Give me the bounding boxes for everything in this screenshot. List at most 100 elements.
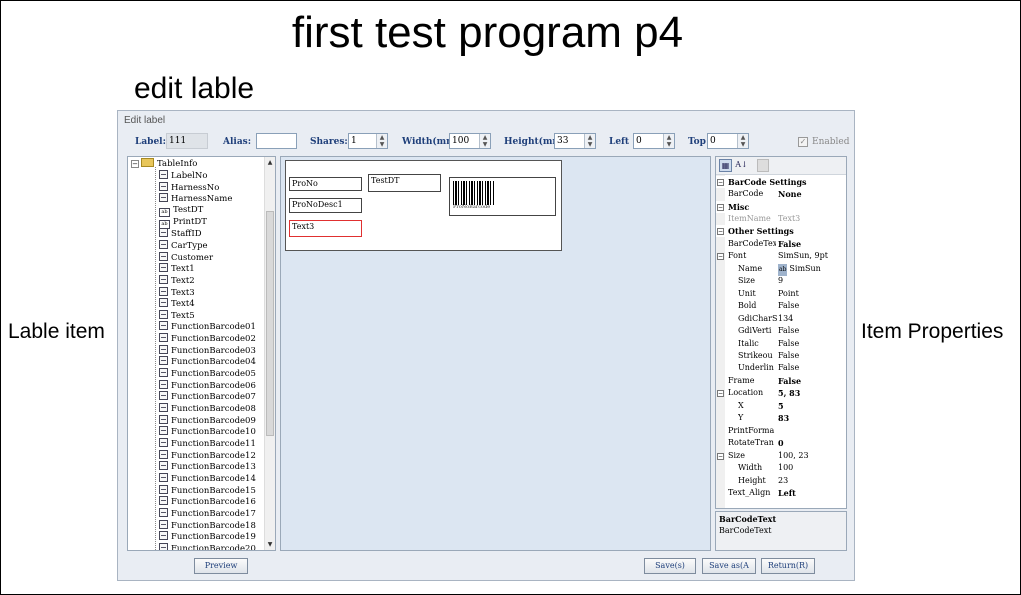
tree-item[interactable]: StaffID [159,228,202,240]
tree-scrollbar[interactable]: ▲ ▼ [264,157,275,550]
prop-location-x[interactable]: X5 [716,400,846,412]
prop-text-align[interactable]: Text_Align Left [716,487,846,499]
prop-font-italic[interactable]: Italic False [716,338,846,350]
tree-item[interactable]: FunctionBarcode17 [159,507,256,520]
preview-button[interactable]: Preview [194,558,248,574]
save-button[interactable]: Save(s) [644,558,696,574]
tree-root[interactable]: − TableInfo [131,158,197,170]
tree-item[interactable]: Text5 [159,309,195,322]
tree-item[interactable]: ab PrintDT [159,217,207,229]
property-pages-icon[interactable] [757,159,769,172]
prop-font-size[interactable]: Size 9 [716,275,846,287]
tree-item[interactable]: FunctionBarcode02 [159,333,256,345]
collapse-icon[interactable]: − [717,228,724,235]
tree-item-label: FunctionBarcode06 [171,380,256,391]
prop-font-gdicharset[interactable]: GdiCharS 134 [716,313,846,325]
prop-value: 0 [778,438,784,448]
spin-arrows-icon[interactable]: ▲ ▼ [737,134,748,148]
tree-item[interactable]: FunctionBarcode19 [159,531,256,543]
label-item-pronodesc[interactable]: ProNoDesc1 [289,198,362,213]
label-item-barcode[interactable]: ProNoBarcode [449,177,556,216]
tree-item[interactable]: FunctionBarcode18 [159,519,256,532]
tree-item[interactable]: FunctionBarcode09 [159,414,256,427]
prop-barcode[interactable]: BarCode None [716,188,846,200]
prop-size-width[interactable]: Width 100 [716,462,846,474]
field-icon [159,449,168,459]
prop-printformat[interactable]: PrintForma [716,425,846,437]
shares-stepper[interactable]: 1 ▲ ▼ [348,133,388,149]
prop-font-name[interactable]: Name ab SimSun [716,263,846,277]
tree-item[interactable]: FunctionBarcode11 [159,437,256,450]
spin-arrows-icon[interactable]: ▲ ▼ [584,134,595,148]
tree-item[interactable]: FunctionBarcode16 [159,496,256,508]
tree-item[interactable]: Text1 [159,263,195,275]
left-stepper[interactable]: 0 ▲ ▼ [633,133,675,149]
tree-item-label: FunctionBarcode17 [171,508,256,519]
spin-arrows-icon[interactable]: ▲ ▼ [663,134,674,148]
prop-font-bold[interactable]: Bold False [716,300,846,312]
tree-item[interactable]: Text3 [159,286,195,299]
tree-item[interactable]: FunctionBarcode04 [159,356,256,368]
prop-frame[interactable]: Frame False [716,375,846,387]
save-as-button[interactable]: Save as(A [702,558,756,574]
prop-size-height[interactable]: Height 23 [716,475,846,487]
design-canvas[interactable]: ProNo TestDT ProNoDesc1 Text3 ProNoBarco… [280,156,711,551]
sort-alpha-icon[interactable]: A↓ [734,159,749,172]
label-item-text3[interactable]: Text3 [289,220,362,237]
prop-size[interactable]: Size 100, 23 [716,450,846,462]
prop-font-gdivertical[interactable]: GdiVerti False [716,325,846,337]
spin-arrows-icon[interactable]: ▲ ▼ [376,134,387,148]
field-icon [159,542,168,550]
height-stepper[interactable]: 33 ▲ ▼ [554,133,596,149]
collapse-icon[interactable]: − [717,179,724,186]
prop-location-y[interactable]: Y 83 [716,412,846,424]
scroll-up-icon[interactable]: ▲ [265,158,275,168]
prop-location[interactable]: Location 5, 83 [716,387,846,399]
tree-item[interactable]: FunctionBarcode15 [159,484,256,497]
scroll-thumb[interactable] [266,211,274,436]
prop-font-strikeout[interactable]: Strikeou False [716,350,846,362]
tree-item[interactable]: HarnessNo [159,181,219,194]
label-item-prono[interactable]: ProNo [289,177,362,191]
tree-item[interactable]: FunctionBarcode05 [159,368,256,380]
alias-field[interactable] [256,133,297,149]
prop-font[interactable]: Font SimSun, 9pt [716,250,846,262]
tree-item[interactable]: Text2 [159,274,195,287]
prop-font-unit[interactable]: Unit Point [716,288,846,300]
prop-barcodetext[interactable]: BarCodeTex False [716,238,846,250]
tree-item[interactable]: FunctionBarcode01 [159,321,256,333]
tree-item-label: FunctionBarcode10 [171,427,256,438]
label-preview[interactable]: ProNo TestDT ProNoDesc1 Text3 ProNoBarco… [285,160,562,251]
tree-item[interactable]: FunctionBarcode20 [159,542,256,550]
tree-item[interactable]: FunctionBarcode13 [159,461,256,473]
tree-item[interactable]: Text4 [159,298,195,310]
category-other-settings[interactable]: Other Settings [716,225,846,238]
spin-arrows-icon[interactable]: ▲ ▼ [479,134,490,148]
label-item-testdt[interactable]: TestDT [368,174,441,192]
prop-rotatetransform[interactable]: RotateTran 0 [716,437,846,449]
tree-item[interactable]: FunctionBarcode07 [159,391,256,403]
return-button[interactable]: Return(R) [761,558,815,574]
scroll-down-icon[interactable]: ▼ [265,540,275,550]
tree-item[interactable]: FunctionBarcode08 [159,403,256,415]
top-stepper[interactable]: 0 ▲ ▼ [707,133,749,149]
collapse-icon[interactable]: − [131,160,139,168]
categorized-icon[interactable]: ▦ [719,159,732,172]
tree-item[interactable]: HarnessName [159,193,232,205]
enabled-checkbox[interactable]: ✓ [798,137,808,147]
tree-item[interactable]: ab TestDT [159,205,203,217]
tree-item[interactable]: LabelNo [159,170,207,182]
category-barcode-settings[interactable]: BarCode Settings [716,176,846,189]
category-misc[interactable]: Misc [716,201,846,214]
collapse-icon[interactable]: − [717,204,724,211]
width-stepper[interactable]: 100 ▲ ▼ [449,133,491,149]
tree-item[interactable]: Customer [159,251,213,264]
tree-item[interactable]: FunctionBarcode12 [159,449,256,462]
tree-item[interactable]: FunctionBarcode10 [159,426,256,438]
tree-item[interactable]: CarType [159,239,208,252]
tree-item[interactable]: FunctionBarcode14 [159,472,256,485]
prop-itemname[interactable]: ItemName Text3 [716,213,846,225]
tree-item[interactable]: FunctionBarcode03 [159,344,256,357]
tree-item[interactable]: FunctionBarcode06 [159,379,256,392]
prop-font-underline[interactable]: Underlin False [716,362,846,374]
